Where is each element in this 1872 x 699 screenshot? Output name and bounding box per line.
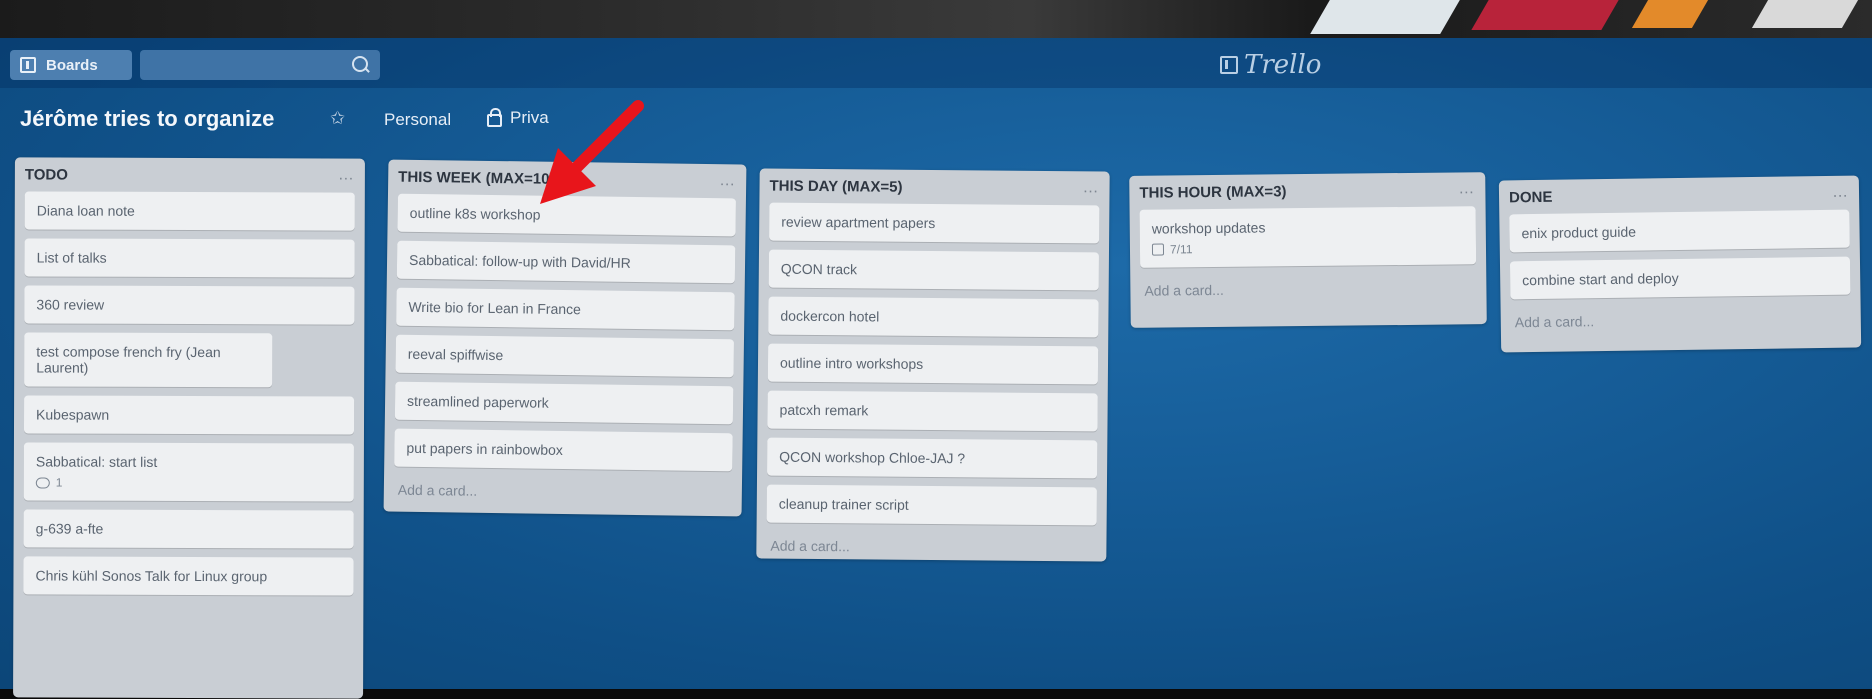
logo-text: Trello (1244, 50, 1322, 80)
card-label: dockercon hotel (780, 307, 880, 325)
list-this-day[interactable]: THIS DAY (MAX=5) … review apartment pape… (756, 168, 1110, 562)
checklist-badge: 7/11 (1151, 239, 1464, 257)
checklist-count: 7/11 (1169, 242, 1193, 257)
boards-label: Boards (46, 56, 98, 74)
card-label: cleanup trainer script (778, 495, 909, 513)
card[interactable]: reeval spiffwise (395, 334, 734, 378)
trello-board-screen: Boards Trello Jérôme tries to organize ✩… (0, 38, 1872, 699)
card-label: Write bio for Lean in France (408, 298, 582, 318)
star-icon[interactable]: ✩ (330, 108, 345, 129)
card[interactable]: Diana loan note (24, 191, 355, 231)
list-header: TODO … (25, 157, 355, 192)
list-header: THIS DAY (MAX=5) … (769, 169, 1099, 206)
menu-ellipsis-icon[interactable]: … (338, 167, 355, 185)
list-done[interactable]: DONE … enix product guide combine start … (1498, 175, 1862, 353)
search-input[interactable] (140, 50, 380, 80)
card[interactable]: streamlined paperwork (394, 381, 734, 425)
card[interactable]: g-639 a-fte (23, 509, 354, 549)
card[interactable]: outline intro workshops (767, 343, 1099, 385)
card-label: Diana loan note (36, 202, 135, 219)
background-stripe (1751, 0, 1859, 28)
card[interactable]: combine start and deploy (1509, 256, 1851, 300)
add-card-button[interactable]: Add a card... (1511, 304, 1851, 333)
list-title[interactable]: DONE (1509, 188, 1553, 206)
trello-logo-icon (1220, 56, 1238, 74)
card[interactable]: Write bio for Lean in France (396, 287, 735, 331)
card-label: outline intro workshops (779, 354, 924, 372)
card[interactable]: Chris kühl Sonos Talk for Linux group (23, 556, 354, 596)
card-label: Kubespawn (36, 406, 110, 423)
card-label: test compose french fry (Jean Laurent) (36, 343, 221, 376)
card-label: put papers in rainbowbox (406, 439, 563, 458)
card-label: streamlined paperwork (406, 392, 549, 411)
card-label: review apartment papers (781, 213, 936, 232)
card-label: QCON track (780, 260, 858, 278)
card-label: g-639 a-fte (35, 520, 104, 537)
search-icon[interactable] (352, 56, 368, 72)
card-label: Sabbatical: start list (35, 453, 158, 470)
card[interactable]: enix product guide (1509, 209, 1850, 253)
comment-count: 1 (55, 475, 63, 490)
list-header: THIS HOUR (MAX=3) … (1139, 172, 1475, 210)
card[interactable]: review apartment papers (769, 202, 1100, 244)
card[interactable]: patcxh remark (767, 390, 1098, 432)
background-stripe (1631, 0, 1709, 28)
card[interactable]: cleanup trainer script (766, 484, 1097, 526)
comment-badge: 1 (35, 475, 342, 490)
card[interactable]: put papers in rainbowbox (394, 428, 733, 472)
card[interactable]: Sabbatical: follow-up with David/HR (396, 240, 736, 284)
card[interactable]: List of talks (24, 238, 355, 278)
card[interactable]: test compose french fry (Jean Laurent) (24, 332, 273, 388)
checklist-icon (1151, 243, 1165, 256)
boards-button[interactable]: Boards (10, 50, 132, 80)
trello-logo[interactable]: Trello (1220, 48, 1321, 82)
card-label: patcxh remark (779, 401, 869, 419)
card-label: Chris kühl Sonos Talk for Linux group (35, 567, 268, 585)
list-title[interactable]: THIS HOUR (MAX=3) (1139, 183, 1286, 202)
card-label: Sabbatical: follow-up with David/HR (408, 251, 631, 271)
comment-icon (35, 476, 50, 489)
card[interactable]: 360 review (24, 285, 355, 325)
add-card-button[interactable]: Add a card... (1140, 273, 1476, 301)
card-label: enix product guide (1521, 223, 1637, 242)
card[interactable]: Kubespawn (23, 395, 355, 435)
card[interactable]: workshop updates 7/11 (1139, 206, 1477, 268)
lock-icon (487, 107, 502, 127)
background-stripe (1310, 0, 1460, 34)
list-title[interactable]: TODO (25, 166, 68, 183)
top-header: Boards Trello (0, 38, 1872, 88)
monitor-frame (0, 0, 1872, 40)
card-label: combine start and deploy (1522, 270, 1679, 289)
menu-ellipsis-icon[interactable]: … (1832, 184, 1849, 202)
list-todo[interactable]: TODO … Diana loan note List of talks 360… (13, 157, 365, 699)
card-label: reeval spiffwise (407, 345, 504, 364)
boards-icon (20, 57, 36, 73)
menu-ellipsis-icon[interactable]: … (719, 172, 736, 190)
menu-ellipsis-icon[interactable]: … (1082, 179, 1099, 197)
team-label[interactable]: Personal (384, 110, 451, 130)
list-title[interactable]: THIS DAY (MAX=5) (769, 177, 902, 195)
add-card-button[interactable]: Add a card... (394, 476, 732, 505)
menu-ellipsis-icon[interactable]: … (1458, 180, 1475, 198)
list-this-hour[interactable]: THIS HOUR (MAX=3) … workshop updates 7/1… (1129, 172, 1487, 328)
card[interactable]: Sabbatical: start list 1 (23, 442, 354, 502)
card[interactable]: QCON track (768, 249, 1099, 291)
card-label: outline k8s workshop (409, 204, 541, 223)
card-label: workshop updates (1151, 219, 1266, 237)
background-stripe (1471, 0, 1619, 30)
list-header: DONE … (1509, 176, 1849, 215)
card-label: QCON workshop Chloe-JAJ ? (779, 448, 966, 467)
add-card-button[interactable]: Add a card... (766, 532, 1096, 559)
card[interactable]: dockercon hotel (768, 296, 1099, 338)
board-title[interactable]: Jérôme tries to organize (20, 106, 274, 132)
card[interactable]: QCON workshop Chloe-JAJ ? (767, 437, 1098, 479)
card-label: List of talks (36, 249, 107, 266)
red-arrow-annotation (540, 100, 644, 204)
card-label: 360 review (36, 296, 105, 313)
